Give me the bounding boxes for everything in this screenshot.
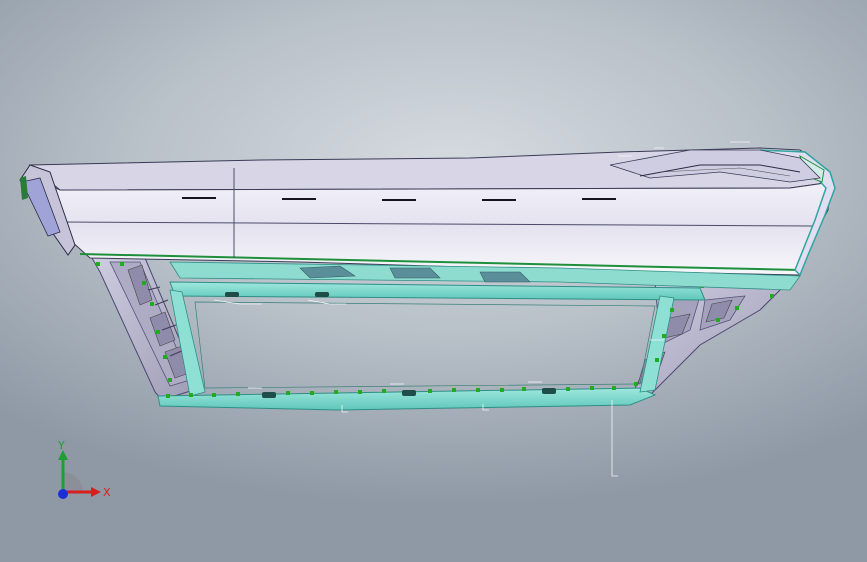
cad-3d-viewport[interactable]: Y X [0, 0, 867, 562]
triad-y-label: Y [58, 439, 65, 452]
bumper-model[interactable] [0, 0, 867, 562]
bumper-skin[interactable] [19, 147, 836, 277]
orientation-triad[interactable]: Y X [46, 436, 116, 512]
triad-x-label: X [103, 486, 111, 499]
